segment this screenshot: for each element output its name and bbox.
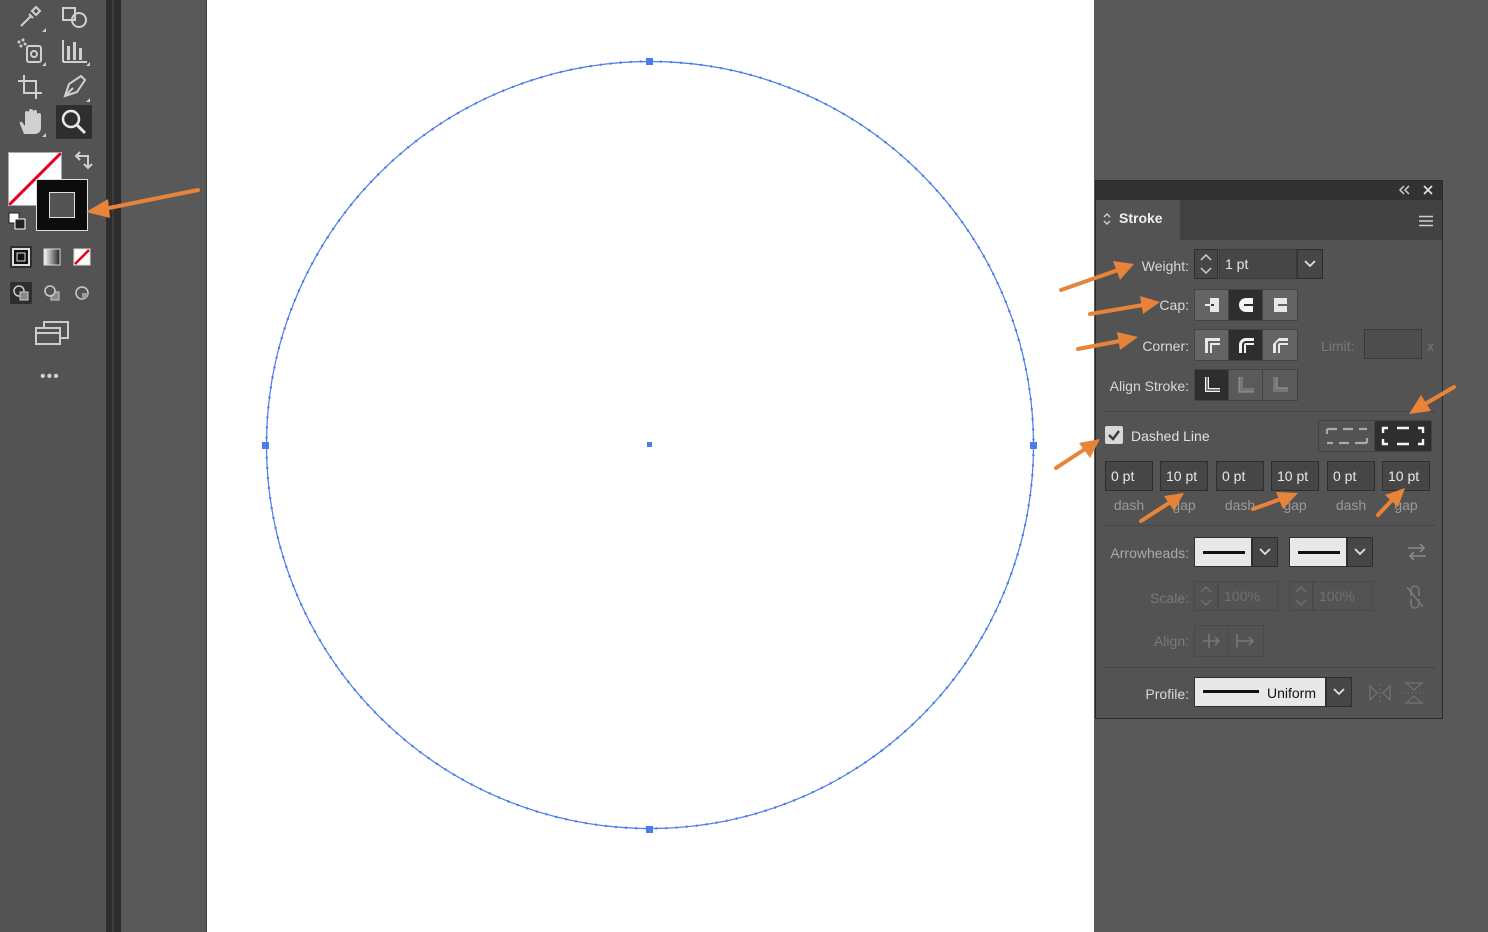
arrow-align-label: Align: (1153, 633, 1189, 649)
panel-title: Stroke (1119, 210, 1163, 226)
flip-along-icon (1369, 684, 1391, 702)
flip-across-icon (1403, 682, 1425, 704)
anchor-point-bottom[interactable] (646, 826, 653, 833)
corner-label: Corner: (1142, 338, 1189, 354)
cap-label: Cap: (1159, 297, 1189, 313)
round-join-icon (1238, 338, 1254, 353)
gap-3-field[interactable]: 10 pt (1382, 461, 1430, 491)
place-arrow-icon (1236, 634, 1255, 648)
separator (1102, 525, 1436, 526)
gap-2-field[interactable]: 10 pt (1271, 461, 1319, 491)
center-point (647, 442, 652, 447)
projecting-cap-icon (1274, 298, 1287, 312)
bevel-join-icon (1273, 338, 1288, 353)
hamburger-menu-icon[interactable] (1418, 215, 1434, 227)
chevron-down-icon (1333, 688, 1345, 696)
gap-1-field[interactable]: 10 pt (1160, 461, 1208, 491)
anchor-point-left[interactable] (262, 442, 269, 449)
end-scale-stepper (1289, 581, 1313, 611)
anchor-point-top[interactable] (646, 58, 653, 65)
stepper-arrows-icon (1200, 253, 1212, 275)
chevron-down-icon (1304, 260, 1316, 268)
align-stroke-label: Align Stroke: (1109, 378, 1189, 394)
arrow-align-buttons (1194, 625, 1264, 657)
gap-1-label: gap (1172, 497, 1196, 513)
limit-suffix: x (1427, 338, 1434, 354)
profile-select[interactable]: Uniform (1194, 677, 1326, 707)
stepper-arrows-icon (1200, 585, 1212, 607)
bevel-join-button[interactable] (1263, 330, 1297, 360)
tab-stroke[interactable]: Stroke (1096, 200, 1180, 240)
dashed-line-label: Dashed Line (1131, 428, 1210, 444)
dash-3-label: dash (1335, 497, 1367, 513)
scale-label: Scale: (1150, 590, 1189, 606)
cap-buttons (1194, 289, 1298, 321)
link-scale-icon (1406, 585, 1424, 609)
projecting-cap-button[interactable] (1263, 290, 1297, 320)
gap-3-label: gap (1394, 497, 1418, 513)
double-chevron-left-icon[interactable] (1398, 185, 1410, 195)
align-outside-button[interactable] (1263, 370, 1297, 400)
start-arrowhead-dropdown[interactable] (1252, 537, 1278, 567)
align-stroke-center-icon (1204, 377, 1220, 392)
checkmark-icon (1108, 430, 1120, 441)
profile-value: Uniform (1267, 685, 1317, 701)
align-stroke-outside-icon (1273, 377, 1288, 392)
align-stroke-inside-icon (1238, 377, 1254, 393)
miter-join-icon (1204, 338, 1220, 353)
dashed-line-checkbox[interactable] (1105, 426, 1123, 444)
separator (1102, 667, 1436, 668)
weight-label: Weight: (1141, 258, 1189, 274)
dash-3-field[interactable]: 0 pt (1327, 461, 1375, 491)
extend-arrow-icon (1202, 634, 1220, 648)
butt-cap-button[interactable] (1195, 290, 1229, 320)
butt-cap-icon (1204, 298, 1219, 312)
profile-label: Profile: (1145, 686, 1189, 702)
round-cap-button[interactable] (1229, 290, 1263, 320)
weight-stepper[interactable] (1194, 249, 1218, 279)
preserve-dash-button[interactable] (1319, 421, 1375, 451)
start-scale-field: 100% (1218, 581, 1278, 611)
start-arrowhead-select[interactable] (1194, 537, 1252, 567)
chevron-down-icon (1354, 548, 1366, 556)
align-center-button[interactable] (1195, 370, 1229, 400)
place-arrow-tip-button (1229, 626, 1263, 656)
preserve-dash-icon (1325, 427, 1368, 445)
corner-buttons (1194, 329, 1298, 361)
stepper-arrows-icon (1295, 585, 1307, 607)
end-scale-field: 100% (1313, 581, 1373, 611)
extend-arrow-tip-button (1195, 626, 1229, 656)
anchor-point-right[interactable] (1030, 442, 1037, 449)
dash-1-field[interactable]: 0 pt (1105, 461, 1153, 491)
round-join-button[interactable] (1229, 330, 1263, 360)
align-inside-button[interactable] (1229, 370, 1263, 400)
chevron-down-icon (1259, 548, 1271, 556)
align-dash-corners-icon (1381, 426, 1425, 446)
dash-1-label: dash (1113, 497, 1145, 513)
separator (1102, 411, 1436, 412)
weight-dropdown[interactable] (1297, 249, 1323, 279)
end-arrowhead-dropdown[interactable] (1347, 537, 1373, 567)
stroke-panel: Stroke Weight: 1 pt Cap: Corner: Limit: … (1095, 180, 1443, 719)
weight-field[interactable]: 1 pt (1219, 249, 1297, 279)
align-dash-corners-button[interactable] (1375, 421, 1431, 451)
arrowheads-label: Arrowheads: (1110, 545, 1189, 561)
dash-mode-buttons (1318, 420, 1432, 452)
panel-tab-row: Stroke (1096, 200, 1442, 240)
align-stroke-buttons (1194, 369, 1298, 401)
end-arrowhead-select[interactable] (1289, 537, 1347, 567)
swap-arrowheads-icon[interactable] (1406, 543, 1428, 561)
limit-label: Limit: (1321, 338, 1355, 354)
profile-dropdown[interactable] (1326, 677, 1352, 707)
round-cap-icon (1238, 298, 1253, 312)
start-scale-stepper (1194, 581, 1218, 611)
panel-title-bar[interactable] (1096, 181, 1442, 200)
tab-collapse-icon[interactable] (1103, 212, 1111, 226)
dash-2-field[interactable]: 0 pt (1216, 461, 1264, 491)
close-icon[interactable] (1423, 185, 1433, 195)
gap-2-label: gap (1283, 497, 1307, 513)
limit-field (1364, 329, 1422, 359)
dash-2-label: dash (1224, 497, 1256, 513)
miter-join-button[interactable] (1195, 330, 1229, 360)
